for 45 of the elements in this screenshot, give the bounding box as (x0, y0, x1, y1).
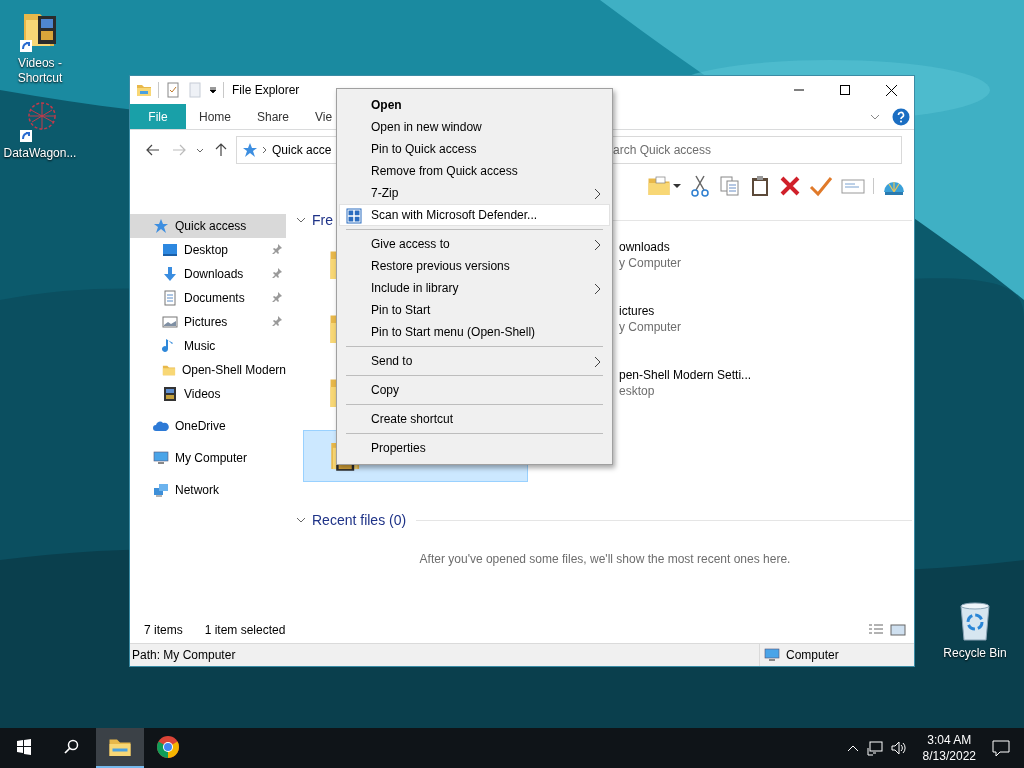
selection-count: 1 item selected (204, 623, 286, 637)
menu-item[interactable]: Restore previous versions (339, 255, 610, 277)
folder-name[interactable]: ictures (619, 304, 914, 318)
desktop-icon-label[interactable]: DataWagon... (3, 146, 77, 161)
path-text: Path: My Computer (131, 648, 236, 662)
menu-item[interactable]: Include in library (339, 277, 610, 299)
nav-item[interactable]: Open-Shell Modern (130, 358, 286, 382)
nav-item[interactable]: Videos (130, 382, 286, 406)
nav-item[interactable]: Downloads (130, 262, 286, 286)
folder-name[interactable]: pen-Shell Modern Setti... (619, 368, 914, 382)
menu-item[interactable]: Create shortcut (339, 408, 610, 430)
folder-location: y Computer (619, 320, 683, 334)
nav-item[interactable]: Music (130, 334, 286, 358)
nav-item[interactable]: Pictures (130, 310, 286, 334)
ribbon-tab[interactable]: Share (244, 104, 303, 129)
menu-item[interactable]: Open in new window (339, 116, 610, 138)
desktop-icon-label[interactable]: Recycle Bin (943, 646, 1007, 661)
section-title[interactable]: Fre (312, 212, 333, 228)
nav-item[interactable]: Quick access (130, 214, 286, 238)
empty-message: After you've opened some files, we'll show the most recent ones here. (419, 552, 791, 566)
menu-item[interactable]: Send to (339, 350, 610, 372)
ribbon-tab[interactable]: Home (186, 104, 244, 129)
nav-item[interactable]: My Computer (130, 446, 286, 470)
nav-item[interactable]: OneDrive (130, 414, 286, 438)
clock-date[interactable]: 8/13/2022 (922, 748, 976, 764)
zone-text: Computer (785, 648, 839, 662)
menu-item[interactable]: Give access to (339, 233, 610, 255)
nav-item[interactable]: Documents (130, 286, 286, 310)
menu-item[interactable]: Copy (339, 379, 610, 401)
section-title[interactable]: Recent files (0) (312, 512, 407, 528)
nav-item[interactable]: Desktop (130, 238, 286, 262)
desktop-icon-label[interactable]: Videos - Shortcut (0, 56, 80, 86)
nav-item[interactable]: Network (130, 478, 286, 502)
menu-item[interactable]: Pin to Start menu (Open-Shell) (339, 321, 610, 343)
menu-item[interactable]: Open (339, 94, 610, 116)
menu-item[interactable]: Pin to Start (339, 299, 610, 321)
window-title: File Explorer (232, 83, 300, 97)
item-count: 7 items (144, 623, 183, 637)
folder-location: y Computer (619, 256, 683, 270)
folder-name[interactable]: ownloads (619, 240, 914, 254)
menu-item[interactable]: Scan with Microsoft Defender... (339, 204, 610, 226)
clock-time[interactable]: 3:04 AM (927, 732, 972, 748)
menu-item[interactable]: Properties (339, 437, 610, 459)
folder-location: esktop (619, 384, 656, 398)
menu-item[interactable]: 7-Zip (339, 182, 610, 204)
